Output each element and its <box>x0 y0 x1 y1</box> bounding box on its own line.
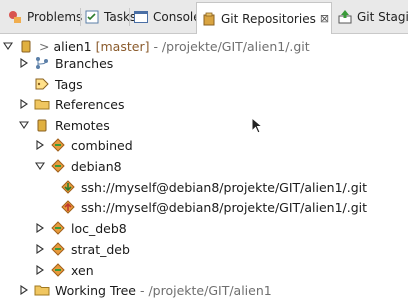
folder-icon <box>34 282 50 298</box>
tab-console[interactable]: Console <box>130 3 201 30</box>
remote-icon <box>50 220 66 236</box>
tasks-icon <box>84 9 100 25</box>
tab-git-repositories-label: Git Repositories <box>221 11 316 26</box>
tab-console-label: Console <box>153 9 201 24</box>
tab-git-staging-label: Git Staging <box>357 9 408 24</box>
remote-node-xen[interactable]: xen <box>34 260 94 280</box>
references-label: References <box>55 96 125 112</box>
working-tree-label: Working Tree <box>55 282 136 298</box>
tags-icon <box>34 76 50 92</box>
expand-triangle-icon[interactable] <box>18 94 30 114</box>
remote-label-debian8: debian8 <box>71 158 122 174</box>
branches-icon <box>34 55 50 71</box>
references-node[interactable]: References <box>18 94 124 114</box>
git-repositories-tree: > alien1 [master] - /projekte/GIT/alien1… <box>0 34 408 300</box>
tags-node[interactable]: Tags <box>34 74 83 94</box>
remote-node-loc-deb8[interactable]: loc_deb8 <box>34 218 127 238</box>
remotes-node[interactable]: Remotes <box>18 115 110 135</box>
tab-tasks[interactable]: Tasks <box>81 3 136 30</box>
remote-node-debian8[interactable]: debian8 <box>34 156 122 176</box>
branches-node[interactable]: Branches <box>18 53 113 73</box>
collapse-triangle-icon[interactable] <box>2 36 14 56</box>
remote-label-strat-deb: strat_deb <box>71 241 130 257</box>
git-staging-icon <box>337 9 353 25</box>
branches-label: Branches <box>55 55 114 71</box>
view-tab-bar: Problems Tasks Console Git Repositories … <box>0 0 408 34</box>
expand-triangle-icon[interactable] <box>18 53 30 73</box>
collapse-triangle-icon[interactable] <box>18 115 30 135</box>
repository-name: alien1 <box>53 38 92 54</box>
push-url-label: ssh://myself@debian8/projekte/GIT/alien1… <box>81 199 368 215</box>
close-tab-icon[interactable]: ⊠ <box>320 12 329 25</box>
repository-path: - /projekte/GIT/alien1/.git <box>153 38 310 54</box>
folder-icon <box>34 96 50 112</box>
repository-icon <box>18 38 34 54</box>
collapse-triangle-icon[interactable] <box>34 156 46 176</box>
expand-triangle-icon[interactable] <box>34 239 46 259</box>
remotes-label: Remotes <box>55 117 110 133</box>
remote-fetch-url[interactable]: ssh://myself@debian8/projekte/GIT/alien1… <box>60 177 367 197</box>
remote-icon <box>50 262 66 278</box>
problems-icon <box>7 9 23 25</box>
remote-icon <box>50 241 66 257</box>
expand-triangle-icon[interactable] <box>34 135 46 155</box>
fetch-icon <box>60 179 76 195</box>
working-tree-node[interactable]: Working Tree - /projekte/GIT/alien1 <box>18 280 272 300</box>
remote-label-xen: xen <box>71 262 94 278</box>
tags-label: Tags <box>55 76 83 92</box>
remote-label-loc-deb8: loc_deb8 <box>71 220 127 236</box>
remotes-icon <box>34 117 50 133</box>
remote-node-strat-deb[interactable]: strat_deb <box>34 239 130 259</box>
fetch-url-label: ssh://myself@debian8/projekte/GIT/alien1… <box>81 179 368 195</box>
expand-triangle-icon[interactable] <box>34 260 46 280</box>
remote-icon <box>50 137 66 153</box>
mouse-cursor-icon <box>251 116 264 138</box>
working-tree-path: - /projekte/GIT/alien1 <box>139 282 272 298</box>
remote-node-combined[interactable]: combined <box>34 135 133 155</box>
remote-icon <box>50 158 66 174</box>
remote-label-combined: combined <box>71 137 133 153</box>
tab-problems[interactable]: Problems <box>4 3 82 30</box>
push-icon <box>60 199 76 215</box>
git-repositories-icon <box>201 11 217 27</box>
console-icon <box>133 9 149 25</box>
remote-push-url[interactable]: ssh://myself@debian8/projekte/GIT/alien1… <box>60 197 367 217</box>
expand-triangle-icon[interactable] <box>18 280 30 300</box>
expand-triangle-icon[interactable] <box>34 218 46 238</box>
repository-prefix: > <box>39 38 50 54</box>
tab-git-staging[interactable]: Git Staging <box>334 3 408 30</box>
tab-git-repositories[interactable]: Git Repositories ⊠ <box>196 2 332 34</box>
repository-branch: [master] <box>95 38 150 54</box>
tab-problems-label: Problems <box>27 9 83 24</box>
